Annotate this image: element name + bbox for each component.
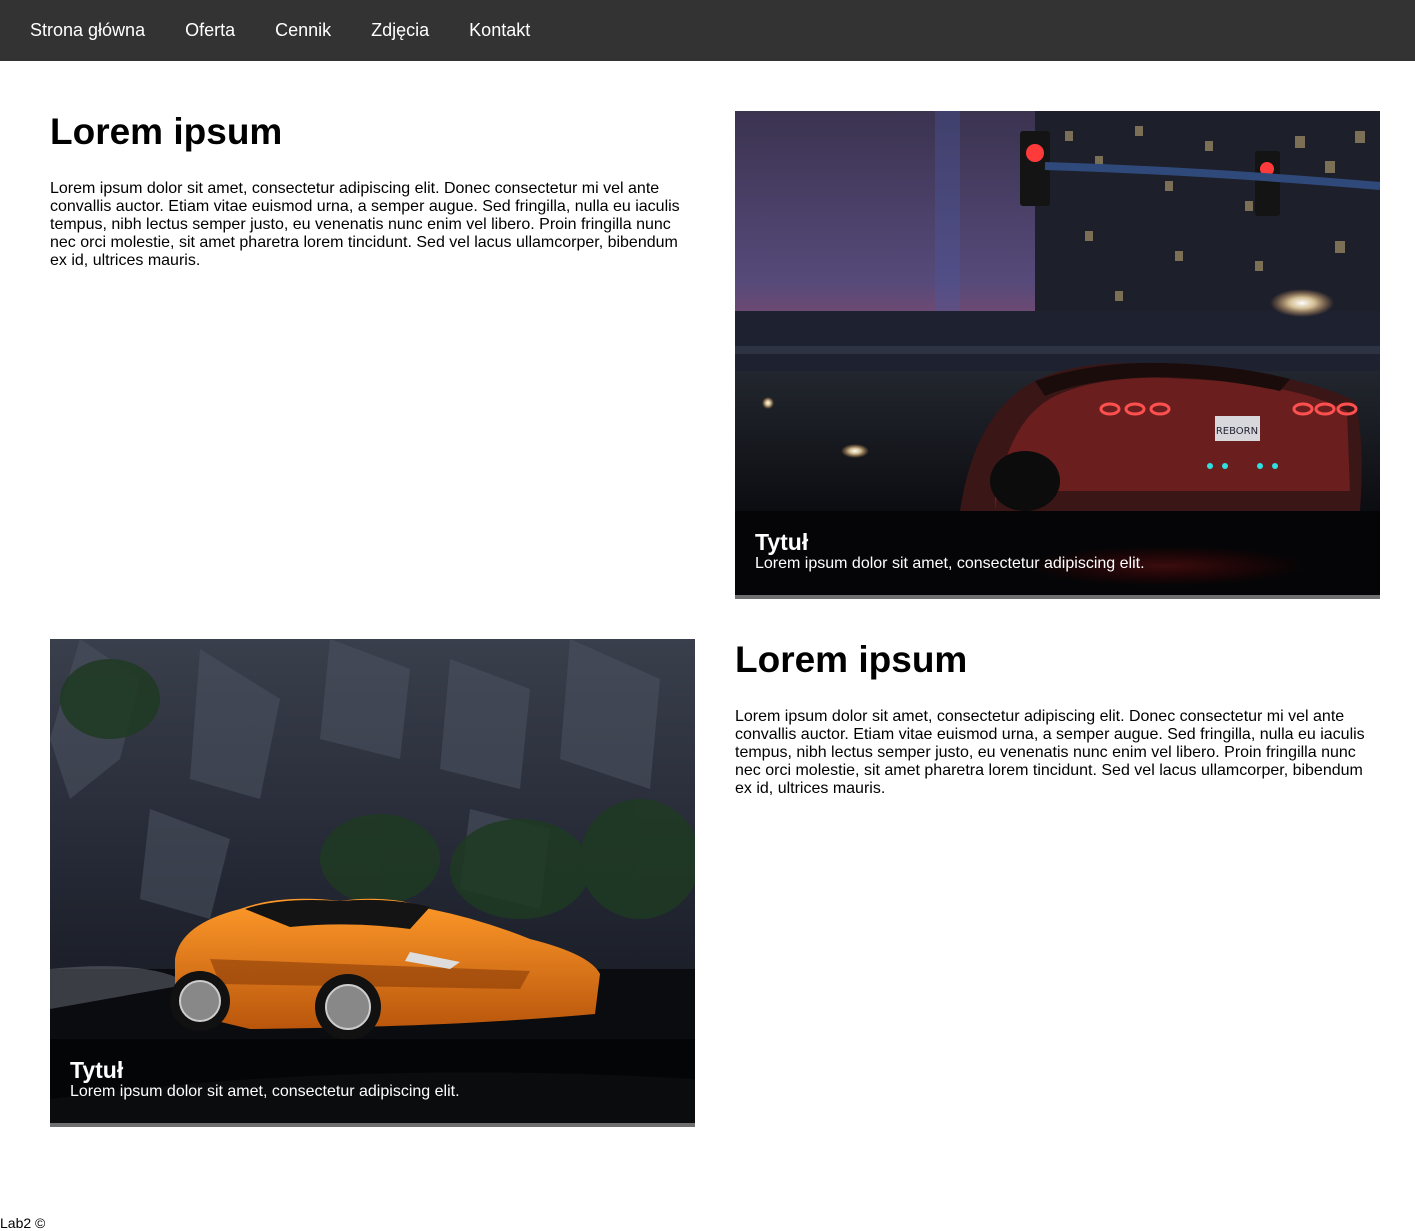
- top-navbar: Strona główna Oferta Cennik Zdjęcia Kont…: [0, 0, 1415, 61]
- caption-1-title: Tytuł: [755, 529, 809, 555]
- nav-item-home[interactable]: Strona główna: [10, 0, 165, 61]
- caption-1-text: Lorem ipsum dolor sit amet, consectetur …: [755, 555, 1145, 572]
- caption-2-title: Tytuł: [70, 1057, 124, 1083]
- nav-item-pricing[interactable]: Cennik: [255, 0, 351, 61]
- image-caption-2: Tytuł Lorem ipsum dolor sit amet, consec…: [50, 1039, 695, 1123]
- nav-item-contact[interactable]: Kontakt: [449, 0, 550, 61]
- section-1-text: Lorem ipsum Lorem ipsum dolor sit amet, …: [50, 111, 695, 270]
- caption-2-text: Lorem ipsum dolor sit amet, consectetur …: [70, 1083, 460, 1100]
- nav-item-offer[interactable]: Oferta: [165, 0, 255, 61]
- section-2-paragraph: Lorem ipsum dolor sit amet, consectetur …: [735, 708, 1365, 797]
- license-plate-text: REBORN: [1216, 426, 1258, 437]
- section-1-paragraph: Lorem ipsum dolor sit amet, consectetur …: [50, 180, 680, 269]
- nav-item-photos[interactable]: Zdjęcia: [351, 0, 449, 61]
- image-tile-orange-car: Tytuł Lorem ipsum dolor sit amet, consec…: [50, 639, 695, 1127]
- section-2-heading: Lorem ipsum: [735, 639, 968, 680]
- section-2-text: Lorem ipsum Lorem ipsum dolor sit amet, …: [735, 639, 1380, 798]
- footer-text: Lab2 ©: [0, 1215, 46, 1231]
- nav-menu: Strona główna Oferta Cennik Zdjęcia Kont…: [0, 0, 550, 61]
- image-caption-1: Tytuł Lorem ipsum dolor sit amet, consec…: [735, 511, 1380, 595]
- image-tile-red-car: REBORN Tytuł Lorem ipsum dolor sit amet,…: [735, 111, 1380, 599]
- section-1-heading: Lorem ipsum: [50, 111, 283, 152]
